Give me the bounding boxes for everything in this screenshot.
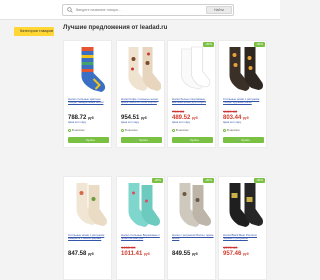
product-name-link[interactable]: Носки белые спортивные, высокие носки дл…: [172, 98, 214, 105]
product-card[interactable]: Стильные носки с рисунком Акварель с акс…: [63, 176, 112, 280]
product-image[interactable]: [120, 181, 161, 231]
check-icon: [223, 129, 226, 132]
product-image[interactable]: [67, 181, 108, 231]
search-button[interactable]: Найти: [206, 6, 232, 14]
price-note: Цена за 1 пару: [121, 121, 140, 124]
old-price: 1150.00: [223, 109, 238, 114]
search-icon: [67, 7, 73, 13]
product-name-link[interactable]: Носки стильные Бирюзовые с принтом Какту…: [121, 234, 163, 241]
buy-button[interactable]: 🛒 Купить: [172, 137, 213, 143]
product-price: 847.58 руб: [68, 251, 94, 257]
old-price: 1450.00: [121, 245, 136, 250]
product-image[interactable]: [222, 181, 263, 231]
buy-button[interactable]: 🛒 Купить: [68, 137, 109, 143]
price-note: Цена за 1 пару: [68, 121, 87, 124]
old-price: 700.00: [172, 109, 185, 114]
product-card[interactable]: -30% Носки Black Bear Premium чёрные с р…: [218, 176, 267, 280]
product-name-link[interactable]: Носки с рисунком Мопсы, яркие носки: [172, 234, 214, 241]
check-icon: [172, 129, 175, 132]
product-price: 849.55 руб: [172, 251, 198, 257]
check-icon: [121, 129, 124, 132]
product-name-link[interactable]: Стильные носки с рисунком Акварель с акс…: [68, 234, 110, 241]
old-price: 1370.00: [223, 245, 238, 250]
product-name-link[interactable]: Носки стильные цветные Пиццы, акварельны…: [68, 98, 110, 105]
product-image[interactable]: [222, 45, 263, 95]
product-price: 957.46 руб: [223, 251, 249, 257]
product-image[interactable]: [171, 45, 212, 95]
product-name-link[interactable]: Носки Кофе стильные носки, яркие носки в…: [121, 98, 163, 105]
categories-button[interactable]: Категории товаров: [14, 27, 54, 36]
buy-button[interactable]: 🛒 Купить: [223, 137, 264, 143]
top-bar: Найти: [0, 0, 280, 20]
availability: В наличии: [223, 129, 240, 132]
product-image[interactable]: [171, 181, 212, 231]
product-card[interactable]: -30% Носки белые спортивные, высокие нос…: [167, 40, 216, 148]
product-card[interactable]: -30% Стильные носки с рисунком Пицца, кр…: [218, 40, 267, 148]
product-price: 1011.41 руб: [121, 251, 150, 257]
price-note: Цена за 1 пару: [172, 121, 191, 124]
product-card[interactable]: Носки Кофе стильные носки, яркие носки в…: [116, 40, 165, 148]
page-title: Лучшие предложения от leadad.ru: [63, 24, 168, 31]
availability: В наличии: [172, 129, 189, 132]
price-note: Цена за 1 пару: [223, 121, 242, 124]
check-icon: [68, 129, 71, 132]
product-name-link[interactable]: Стильные носки с рисунком Пицца, крупные…: [223, 98, 265, 105]
product-card[interactable]: -30% Носки с рисунком Мопсы, яркие носки…: [167, 176, 216, 280]
product-image[interactable]: [67, 45, 108, 95]
search-box: Найти: [62, 4, 234, 16]
availability: В наличии: [68, 129, 85, 132]
product-image[interactable]: [120, 45, 161, 95]
buy-button[interactable]: 🛒 Купить: [121, 137, 162, 143]
product-card[interactable]: -30% Носки стильные Бирюзовые с принтом …: [116, 176, 165, 280]
availability: В наличии: [121, 129, 138, 132]
product-name-link[interactable]: Носки Black Bear Premium чёрные с рисунк…: [223, 234, 265, 241]
product-card[interactable]: Носки стильные цветные Пиццы, акварельны…: [63, 40, 112, 148]
search-input[interactable]: [76, 5, 206, 15]
